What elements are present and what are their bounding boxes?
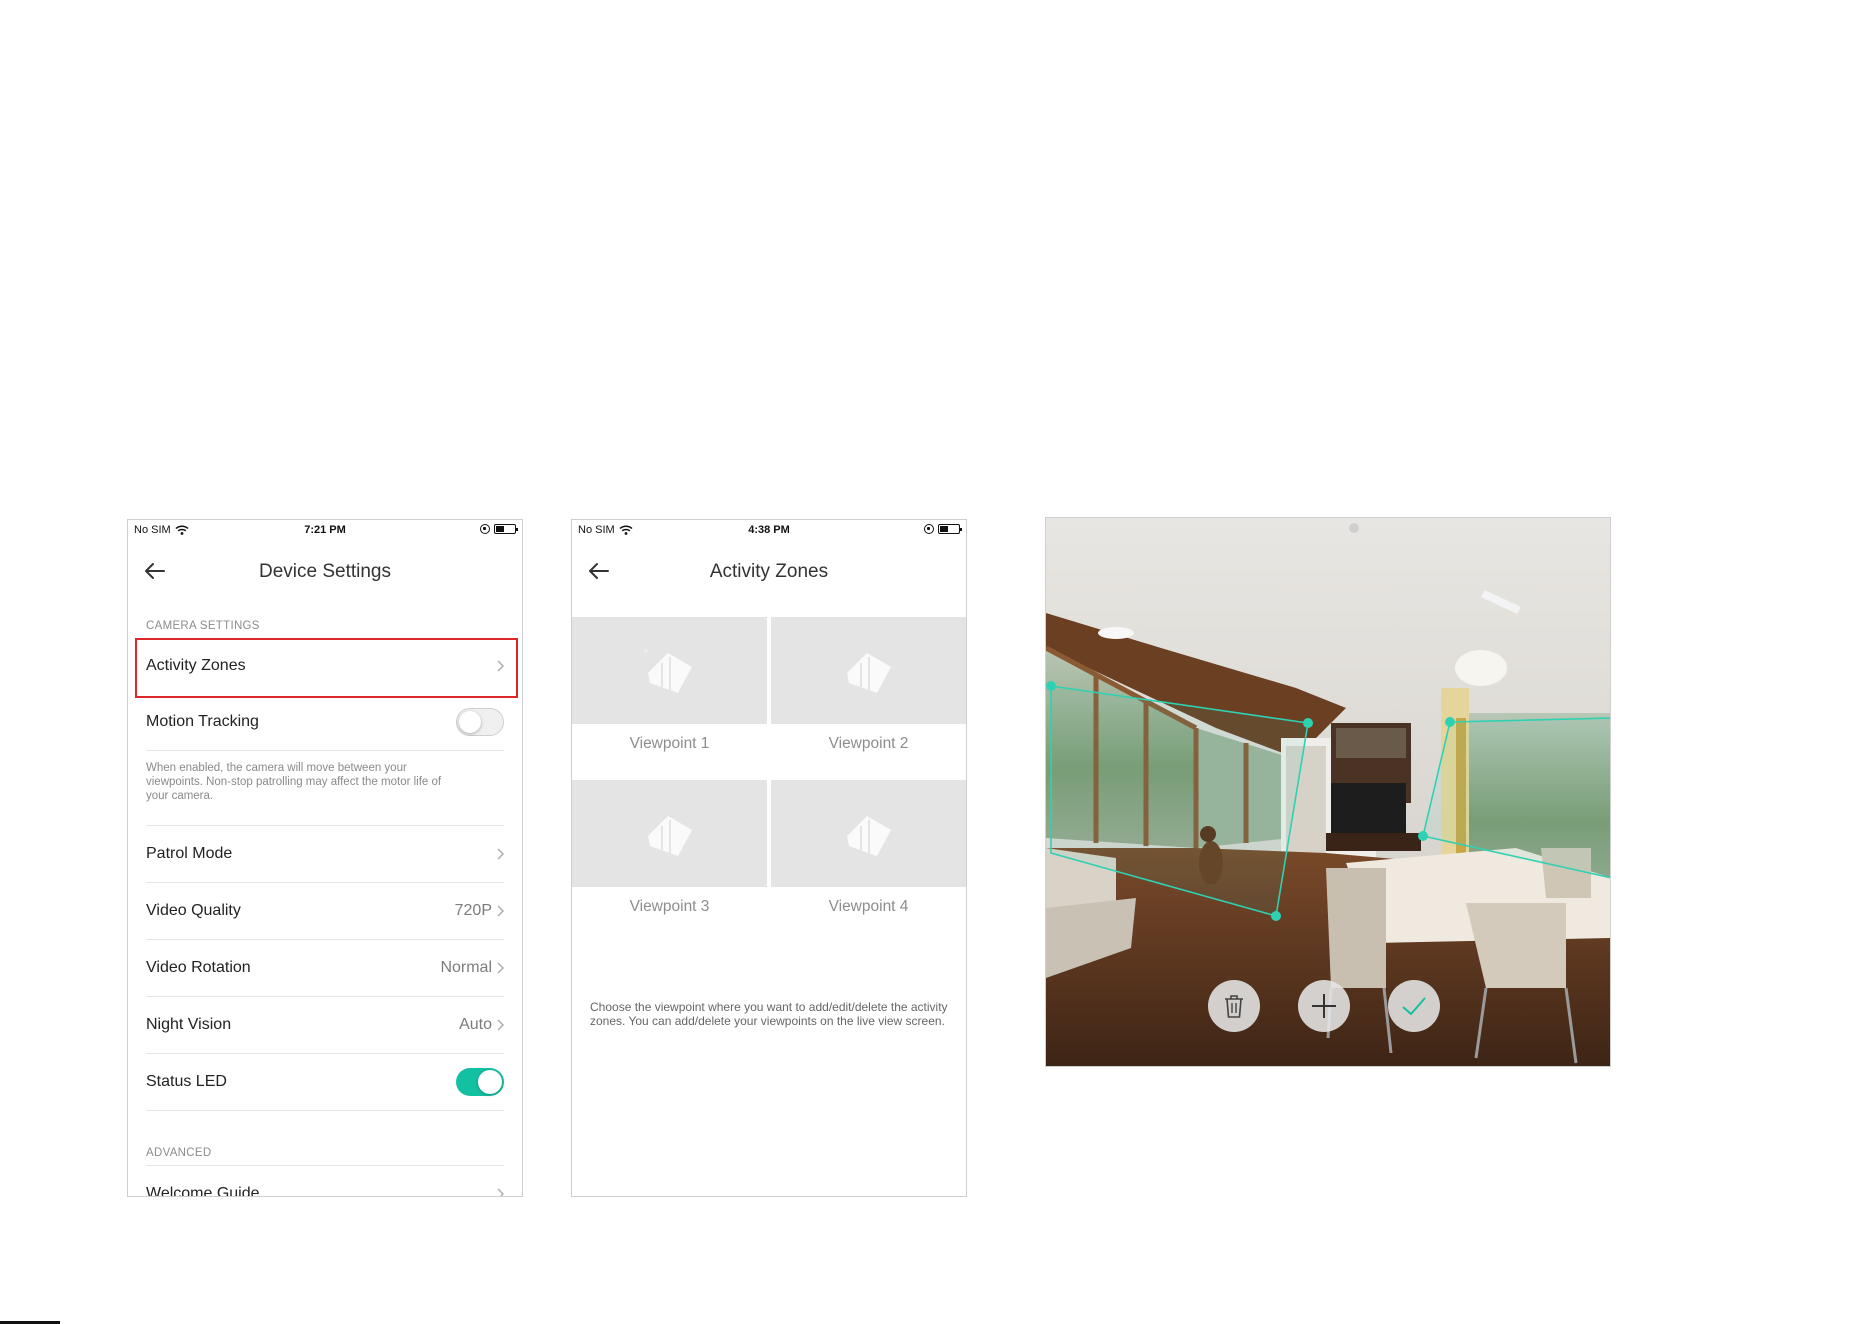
video-quality-label: Video Quality [146,902,241,919]
status-led-row: Status LED [146,1054,504,1111]
status-right-icons [924,524,962,534]
nav-bar: Activity Zones [572,542,966,602]
zone-handle [1303,718,1313,728]
camera-live-view[interactable] [1045,517,1611,1067]
viewpoint-label: Viewpoint 4 [828,898,909,915]
motion-tracking-toggle[interactable] [456,708,504,736]
chevron-right-icon [497,1019,504,1031]
page-title: Activity Zones [709,561,829,582]
page-title: Device Settings [258,561,391,582]
battery-icon [494,524,518,534]
night-vision-value: Auto [459,1016,492,1033]
battery-icon [938,524,962,534]
zone-handle [1445,717,1455,727]
viewpoint-hint-text: Choose the viewpoint where you want to a… [590,1000,948,1028]
status-right-icons [480,524,518,534]
viewpoint-tile-1[interactable]: Viewpoint 1 [572,617,767,780]
advanced-header: ADVANCED [146,1147,212,1159]
chevron-right-icon [497,905,504,917]
patrol-mode-row[interactable]: Patrol Mode [146,826,504,883]
check-icon [1402,997,1426,1016]
trash-icon [1225,995,1243,1018]
zone-handle [1271,911,1281,921]
viewpoint-thumbnail [572,617,767,724]
status-led-toggle[interactable] [456,1068,504,1096]
chevron-right-icon [497,962,504,974]
video-rotation-label: Video Rotation [146,959,251,976]
plus-icon [1312,994,1336,1018]
viewpoint-tile-2[interactable]: Viewpoint 2 [771,617,966,780]
video-quality-row[interactable]: Video Quality 720P [146,883,504,940]
night-vision-label: Night Vision [146,1016,232,1033]
camera-placeholder-icon [647,815,692,856]
zone-handle [1046,681,1056,691]
video-rotation-value: Normal [440,959,492,976]
viewpoint-label: Viewpoint 1 [629,735,710,752]
welcome-guide-row[interactable]: Welcome Guide [146,1166,504,1197]
chevron-right-icon [497,660,504,672]
zone-handle [1418,831,1428,841]
viewpoint-thumbnail [771,780,966,887]
motion-tracking-row: Motion Tracking [146,694,504,751]
nav-bar: Device Settings [128,542,522,602]
status-led-label: Status LED [146,1073,227,1090]
night-vision-row[interactable]: Night Vision Auto [146,997,504,1054]
camera-placeholder-icon [846,815,891,856]
viewpoint-tile-4[interactable]: Viewpoint 4 [771,780,966,943]
viewpoint-label: Viewpoint 3 [629,898,710,915]
delete-zone-button[interactable] [1208,980,1260,1032]
viewpoint-grid: Viewpoint 1 Viewpoint 2 Viewpoint 3 View… [572,617,966,943]
device-settings-screen: No SIM 7:21 PM Device Settings CAMERA SE… [127,519,523,1197]
status-time: 4:38 PM [748,524,790,536]
status-bar: No SIM 7:21 PM [128,520,522,542]
motion-tracking-label: Motion Tracking [146,713,259,730]
chevron-right-icon [497,1188,504,1196]
viewpoint-thumbnail [771,617,966,724]
video-quality-value: 720P [454,902,492,919]
camera-placeholder-icon [846,652,891,693]
camera-placeholder-icon [643,648,692,693]
viewpoint-label: Viewpoint 2 [828,735,909,752]
activity-zones-label: Activity Zones [146,657,246,674]
orientation-lock-icon [480,524,490,534]
motion-tracking-description: When enabled, the camera will move betwe… [146,751,504,826]
welcome-guide-label: Welcome Guide [146,1185,260,1197]
status-bar: No SIM 4:38 PM [572,520,966,542]
patrol-mode-label: Patrol Mode [146,845,233,862]
confirm-zone-button[interactable] [1388,980,1440,1032]
status-time: 7:21 PM [304,524,346,536]
activity-zones-screen: No SIM 4:38 PM Activity Zones Viewpoint … [571,519,967,1197]
activity-zones-row[interactable]: Activity Zones [135,638,518,698]
video-rotation-row[interactable]: Video Rotation Normal [146,940,504,997]
viewpoint-tile-3[interactable]: Viewpoint 3 [572,780,767,943]
viewpoint-thumbnail [572,780,767,887]
camera-settings-header: CAMERA SETTINGS [146,620,260,632]
orientation-lock-icon [924,524,934,534]
chevron-right-icon [497,848,504,860]
add-zone-button[interactable] [1298,980,1350,1032]
